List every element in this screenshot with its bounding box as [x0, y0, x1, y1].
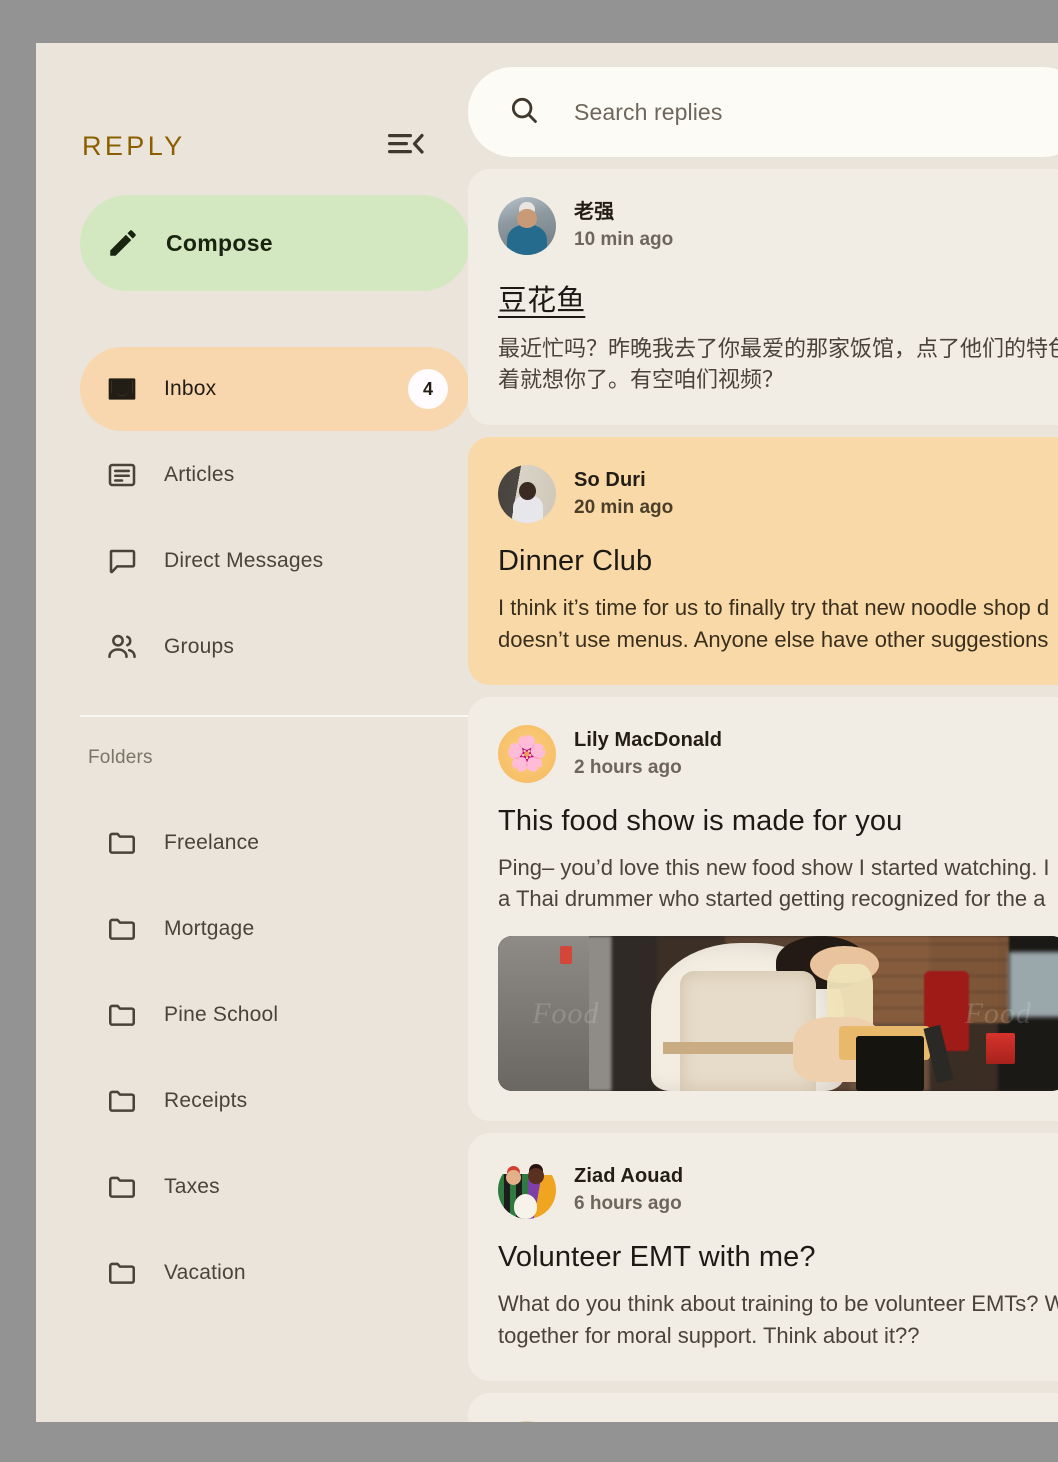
email-header [498, 1420, 1058, 1422]
email-subject: Dinner Club [498, 545, 653, 578]
email-subject: 豆花鱼 [498, 285, 586, 317]
reply-app-window: REPLY Compose Inbox 4 Articles Direct Me… [36, 43, 1058, 1422]
email-header: 老强 10 min ago [498, 197, 1058, 255]
email-meta: Lily MacDonald 2 hours ago [574, 728, 722, 781]
email-list-item[interactable]: Lily MacDonald 2 hours ago This food sho… [468, 696, 1058, 1122]
sidebar-item-label: Inbox [164, 377, 217, 400]
email-meta: 老强 10 min ago [574, 200, 673, 253]
email-preview-line: Ping– you’d love this new food show I st… [498, 854, 1050, 880]
compose-button[interactable]: Compose [80, 195, 470, 291]
people-icon [106, 631, 164, 663]
sidebar-folder-label: Pine School [164, 1003, 279, 1026]
folder-icon [106, 999, 164, 1031]
sidebar-item-label: Groups [164, 635, 235, 658]
email-preview-line: What do you think about training to be v… [498, 1291, 1058, 1317]
avatar [498, 1161, 556, 1220]
sender-name: Lily MacDonald [574, 728, 723, 751]
email-attachment-image[interactable]: Food Food [498, 936, 1058, 1092]
sidebar-item-inbox[interactable]: Inbox 4 [80, 347, 470, 431]
sidebar-item-groups[interactable]: Groups [80, 605, 470, 689]
inbox-icon [106, 373, 164, 405]
folder-icon [106, 1171, 164, 1203]
sidebar-divider [80, 715, 470, 717]
sidebar-folder-label: Receipts [164, 1089, 248, 1112]
email-list: 老强 10 min ago 豆花鱼 最近忙吗？昨晚我去了你最爱的那家饭馆，点了他… [468, 169, 1058, 1422]
sidebar-folder-label: Vacation [164, 1261, 246, 1284]
sidebar-folder-vacation[interactable]: Vacation [80, 1231, 470, 1315]
email-list-item[interactable]: Ziad Aouad 6 hours ago Volunteer EMT wit… [468, 1133, 1058, 1381]
email-meta: So Duri 20 min ago [574, 468, 673, 521]
timestamp: 20 min ago [574, 497, 674, 519]
email-list-item[interactable]: 老强 10 min ago 豆花鱼 最近忙吗？昨晚我去了你最爱的那家饭馆，点了他… [468, 169, 1058, 426]
compose-button-label: Compose [166, 229, 273, 256]
folder-icon [106, 913, 164, 945]
folder-icon [106, 827, 164, 859]
sidebar-folder-label: Taxes [164, 1175, 220, 1198]
sidebar-folder-pine-school[interactable]: Pine School [80, 973, 470, 1057]
timestamp: 10 min ago [574, 228, 674, 250]
avatar [498, 1420, 556, 1422]
email-header: Ziad Aouad 6 hours ago [498, 1161, 1058, 1220]
email-header: So Duri 20 min ago [498, 465, 1058, 524]
sidebar-item-direct-messages[interactable]: Direct Messages [80, 519, 470, 603]
email-header: Lily MacDonald 2 hours ago [498, 724, 1058, 783]
pencil-icon [80, 226, 166, 260]
folder-icon [106, 1085, 164, 1117]
app-brand-logo: REPLY [82, 130, 186, 161]
email-subject: This food show is made for you [498, 804, 903, 837]
email-subject: Volunteer EMT with me? [498, 1241, 816, 1274]
search-icon [508, 94, 540, 131]
sidebar-item-articles[interactable]: Articles [80, 433, 470, 517]
email-preview-line: doesn’t use menus. Anyone else have othe… [498, 626, 1055, 652]
avatar [498, 197, 556, 255]
article-icon [106, 459, 164, 491]
email-preview-line: together for moral support. Think about … [498, 1322, 920, 1348]
sidebar-folder-mortgage[interactable]: Mortgage [80, 887, 470, 971]
sidebar-item-label: Direct Messages [164, 549, 324, 572]
timestamp: 6 hours ago [574, 1193, 682, 1215]
email-list-item[interactable] [468, 1392, 1058, 1422]
sidebar-folder-freelance[interactable]: Freelance [80, 801, 470, 885]
sidebar-folder-receipts[interactable]: Receipts [80, 1059, 470, 1143]
sidebar-folders-nav: Freelance Mortgage Pine School Receipts … [60, 801, 444, 1315]
folders-section-heading: Folders [88, 747, 153, 768]
chat-bubble-icon [106, 545, 164, 577]
menu-collapse-icon[interactable] [388, 132, 424, 161]
search-input[interactable]: Search replies [574, 99, 722, 126]
sidebar: REPLY Compose Inbox 4 Articles Direct Me… [36, 43, 470, 1422]
email-meta: Ziad Aouad 6 hours ago [574, 1164, 683, 1217]
email-list-pane: Search replies 老强 10 min ago 豆花鱼 最近忙吗？昨晚… [468, 43, 1058, 1422]
folder-icon [106, 1257, 164, 1289]
sidebar-item-label: Articles [164, 463, 235, 486]
sidebar-primary-nav: Inbox 4 Articles Direct Messages Groups [60, 347, 470, 689]
email-list-item[interactable]: So Duri 20 min ago Dinner Club I think i… [468, 437, 1058, 685]
chef-preparing-food-photo: Food Food [498, 936, 1058, 1092]
search-bar[interactable]: Search replies [468, 67, 1058, 157]
inbox-unread-badge: 4 [408, 369, 448, 409]
email-preview-line: a Thai drummer who started getting recog… [498, 886, 1046, 912]
sidebar-folder-label: Freelance [164, 831, 260, 854]
timestamp: 2 hours ago [574, 756, 682, 778]
sender-name: 老强 [574, 200, 615, 223]
avatar [498, 724, 556, 783]
email-preview-line: 最近忙吗？昨晚我去了你最爱的那家饭馆，点了他们的特色 [498, 336, 1058, 361]
sender-name: Ziad Aouad [574, 1165, 684, 1188]
sender-name: So Duri [574, 469, 646, 492]
sidebar-folder-taxes[interactable]: Taxes [80, 1145, 470, 1229]
email-preview-line: I think it’s time for us to finally try … [498, 595, 1050, 621]
email-preview-line: 着就想你了。有空咱们视频？ [498, 367, 785, 393]
sidebar-folder-label: Mortgage [164, 917, 255, 940]
sidebar-header: REPLY [60, 115, 444, 177]
avatar [498, 465, 556, 524]
